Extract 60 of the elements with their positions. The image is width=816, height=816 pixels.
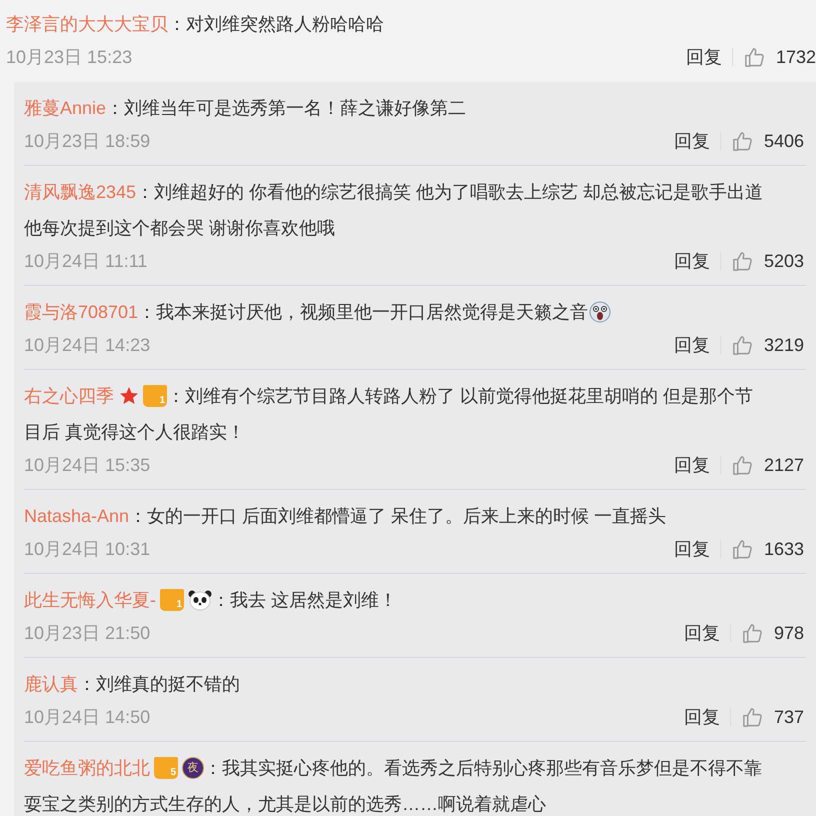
like-icon[interactable] (740, 622, 764, 644)
user-name[interactable]: 霞与洛708701 (24, 298, 138, 326)
comment-text: 他每次提到这个都会哭 谢谢你喜欢他哦 (24, 217, 336, 240)
like-icon[interactable] (730, 538, 754, 560)
user-name[interactable]: 右之心四季 (24, 382, 114, 410)
comment-text: ：刘维超好的 你看他的综艺很搞笑 他为了唱歌去上综艺 却总被忘记是歌手出道 (136, 180, 764, 204)
like-icon[interactable] (730, 130, 754, 152)
comment-time: 10月24日 15:35 (24, 454, 150, 476)
user-name[interactable]: 鹿认真 (24, 670, 78, 698)
panda-icon (188, 589, 212, 611)
comment-time: 10月24日 14:23 (24, 334, 150, 356)
comment-time: 10月24日 14:50 (24, 706, 150, 728)
scared-face-icon (589, 301, 612, 323)
reply-link[interactable]: 回复 (674, 248, 710, 274)
user-name[interactable]: 清风飘逸2345 (24, 178, 136, 206)
comment-text: ：我其实挺心疼他的。看选秀之后特别心疼那些有音乐梦但是不得不靠 (204, 756, 762, 780)
comment-time: 10月23日 15:23 (6, 46, 132, 68)
reply-link[interactable]: 回复 (684, 620, 720, 646)
comment-text: ：女的一开口 后面刘维都懵逼了 呆住了。后来上来的时候 一直摇头 (129, 504, 666, 528)
like-icon[interactable] (740, 706, 764, 728)
like-count: 978 (774, 622, 804, 644)
reply-link[interactable]: 回复 (674, 332, 710, 358)
like-count: 5406 (764, 130, 804, 152)
like-count: 1633 (764, 538, 804, 560)
comment-time: 10月23日 18:59 (24, 130, 150, 152)
comment-text: ：刘维当年可是选秀第一名！薛之谦好像第二 (106, 96, 466, 120)
like-icon[interactable] (742, 46, 766, 68)
crown-badge: 1 (160, 589, 184, 611)
comment-text: ：我本来挺讨厌他，视频里他一开口居然觉得是天籁之音 (138, 300, 588, 324)
like-count: 5203 (764, 250, 804, 272)
comment-text: 目后 真觉得这个人很踏实！ (24, 421, 246, 444)
reply-link[interactable]: 回复 (684, 704, 720, 730)
like-icon[interactable] (730, 250, 754, 272)
user-name[interactable]: 李泽言的大大大宝贝 (6, 10, 168, 38)
comment-text: ：刘维真的挺不错的 (78, 672, 240, 696)
reply-link[interactable]: 回复 (674, 452, 710, 478)
crown-badge: 5 (154, 757, 178, 779)
comment-time: 10月23日 21:50 (24, 622, 150, 644)
comment-text: ：对刘维突然路人粉哈哈哈 (168, 12, 384, 36)
night-badge: 夜 (182, 757, 204, 779)
like-count: 3219 (764, 334, 804, 356)
like-count: 737 (774, 706, 804, 728)
comment-time: 10月24日 10:31 (24, 538, 150, 560)
user-name[interactable]: 爱吃鱼粥的北北 (24, 754, 150, 782)
reply-link[interactable]: 回复 (686, 44, 722, 70)
user-name[interactable]: 雅蔓Annie (24, 94, 106, 122)
comment-time: 10月24日 11:11 (24, 250, 148, 272)
comment-text: 耍宝之类别的方式生存的人，尤其是以前的选秀……啊说着就虐心 (24, 793, 546, 816)
user-name[interactable]: Natasha-Ann (24, 502, 130, 530)
comment-text: ：我去 这居然是刘维！ (212, 588, 398, 612)
like-icon[interactable] (730, 454, 754, 476)
user-name[interactable]: 此生无悔入华夏- (24, 586, 156, 614)
comment-text: ：刘维有个综艺节目路人转路人粉了 以前觉得他挺花里胡哨的 但是那个节 (167, 384, 754, 408)
like-count: 2127 (764, 454, 804, 476)
star-icon (119, 386, 139, 406)
reply-link[interactable]: 回复 (674, 128, 710, 154)
like-count: 1732 (776, 46, 816, 68)
like-icon[interactable] (730, 334, 754, 356)
crown-badge: 1 (143, 385, 167, 407)
reply-link[interactable]: 回复 (674, 536, 710, 562)
